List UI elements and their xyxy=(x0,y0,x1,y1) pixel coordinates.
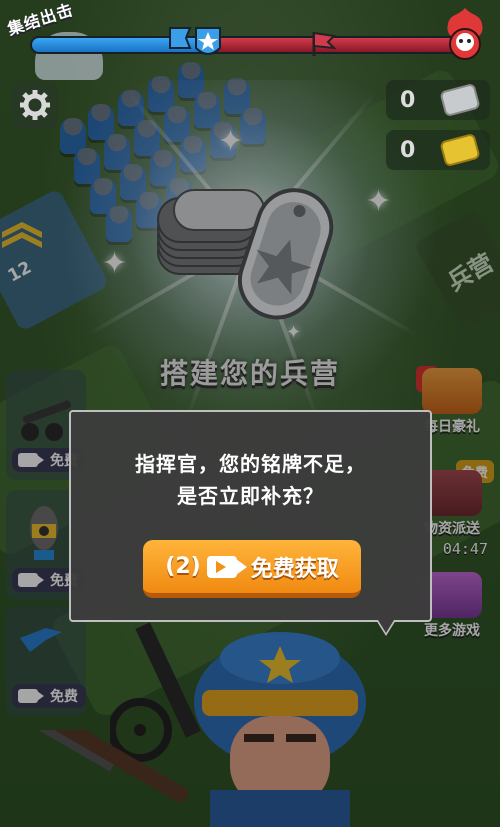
gold-medal-count: 0 xyxy=(400,137,416,163)
free-claim-button[interactable]: (2) 免费获取 xyxy=(143,540,361,598)
silver-medal-counter[interactable]: 0 xyxy=(386,80,490,120)
claim-label: 免费获取 xyxy=(250,556,339,582)
video-icon xyxy=(206,555,247,578)
dialog-message-line2: 是否立即补充？ xyxy=(177,484,324,508)
ally-flag-icon xyxy=(169,27,221,55)
silver-dog-tag-icon xyxy=(439,82,481,118)
claim-count: (2) xyxy=(165,554,201,579)
battle-progress-bar: 集结出击 xyxy=(0,0,500,80)
settings-button[interactable] xyxy=(12,82,58,128)
dialog-message-line1: 指挥官，您的铭牌不足， xyxy=(135,452,366,476)
gold-dog-tag-icon xyxy=(439,132,481,168)
silver-medal-count: 0 xyxy=(400,87,416,113)
gold-medal-counter[interactable]: 0 xyxy=(386,130,490,170)
progress-track xyxy=(30,36,460,54)
gear-icon xyxy=(20,90,50,120)
enemy-flag-icon xyxy=(312,31,337,56)
enemy-skull-emblem-icon xyxy=(447,8,483,60)
dialog-message: 指挥官，您的铭牌不足， 是否立即补充？ xyxy=(71,448,430,512)
insufficient-medals-dialog: 指挥官，您的铭牌不足， 是否立即补充？ (2) 免费获取 xyxy=(69,410,432,636)
